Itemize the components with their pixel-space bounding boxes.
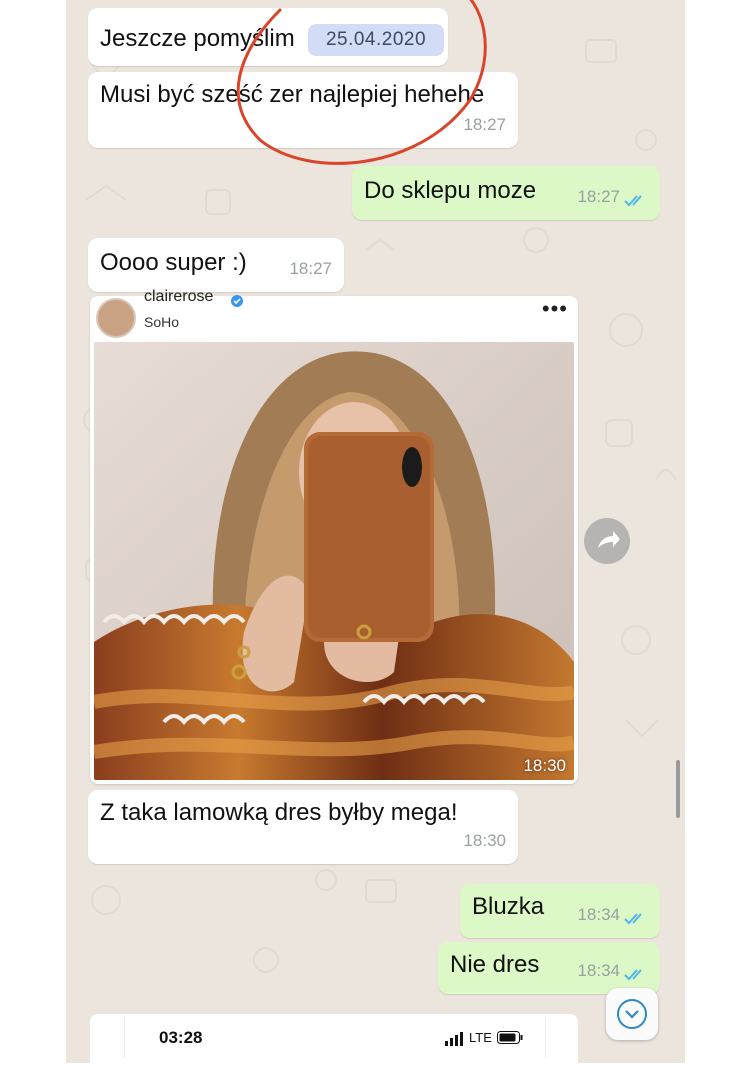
- message-time: 18:27: [289, 259, 332, 278]
- date-annotation: 25.04.2020: [308, 24, 444, 56]
- post-username: clairerose: [144, 288, 214, 305]
- mirror-selfie-photo: [94, 342, 574, 780]
- double-check-icon: [624, 913, 642, 925]
- verified-icon: [231, 295, 243, 307]
- more-options-icon[interactable]: •••: [542, 296, 568, 322]
- message-bubble-outgoing[interactable]: Do sklepu moze 18:27: [352, 166, 660, 220]
- message-text: Do sklepu moze: [364, 177, 537, 204]
- message-bubble-incoming[interactable]: Oooo super :) 18:27: [88, 238, 344, 292]
- message-text: Jeszcze pomyślim: [100, 25, 295, 52]
- double-check-icon: [624, 969, 642, 981]
- message-bubble-outgoing[interactable]: Nie dres 18:34: [438, 942, 660, 994]
- post-location: SoHo: [144, 314, 180, 330]
- message-text: Nie dres: [450, 951, 540, 978]
- message-time: 18:27: [463, 115, 506, 134]
- double-check-icon: [624, 195, 642, 207]
- embedded-status-bar: 03:28 LTE: [124, 1018, 546, 1058]
- message-time: 18:34: [577, 961, 620, 980]
- message-text: Musi być sześć zer najlepiej hehehe: [100, 81, 485, 108]
- forward-button[interactable]: [584, 518, 630, 564]
- signal-icon: [445, 1032, 463, 1046]
- battery-icon: [497, 1031, 523, 1044]
- message-text: Bluzka: [472, 893, 545, 920]
- embedded-clock: 03:28: [159, 1028, 203, 1047]
- image-message[interactable]: 03:28 LTE: [90, 1014, 578, 1074]
- message-text: Oooo super :): [100, 249, 247, 276]
- message-time: 18:27: [577, 187, 620, 206]
- network-label: LTE: [469, 1030, 492, 1045]
- scroll-to-bottom-button[interactable]: [606, 988, 658, 1040]
- media-time: 18:30: [523, 756, 566, 775]
- message-bubble-incoming[interactable]: Musi być sześć zer najlepiej hehehe 18:2…: [88, 72, 518, 148]
- message-bubble-incoming[interactable]: Z taka lamowką dres byłby mega! 18:30: [88, 790, 518, 864]
- message-time: 18:30: [463, 831, 506, 850]
- scrollbar[interactable]: [676, 760, 680, 818]
- image-message[interactable]: clairerose SoHo ••• 18:30: [90, 288, 578, 784]
- message-time: 18:34: [577, 905, 620, 924]
- message-text: Z taka lamowką dres byłby mega!: [100, 799, 458, 826]
- message-bubble-outgoing[interactable]: Bluzka 18:34: [460, 884, 660, 938]
- profile-avatar: [96, 298, 136, 338]
- chevron-down-icon: [617, 999, 647, 1029]
- forward-icon: [598, 531, 620, 548]
